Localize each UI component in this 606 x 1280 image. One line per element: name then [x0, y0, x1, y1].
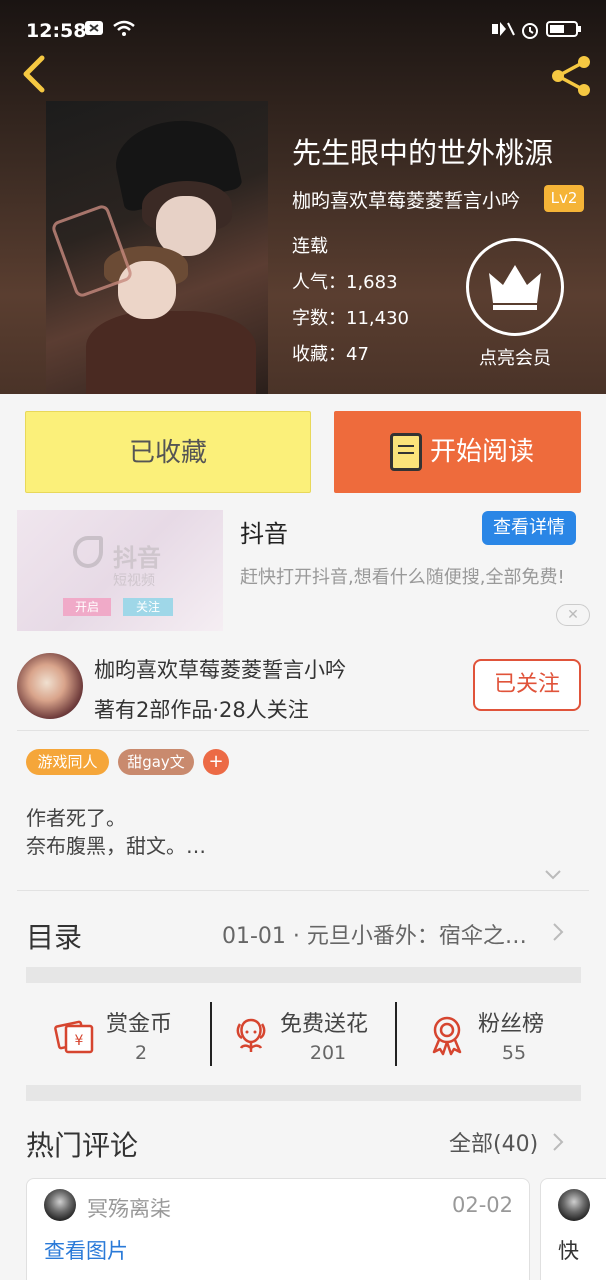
- reward-coins-button[interactable]: ¥ 赏金币 2: [50, 1002, 200, 1068]
- catalog-latest-chapter[interactable]: 01-01 · 元旦小番外：宿伞之…: [222, 918, 527, 950]
- tag-game-fanfic[interactable]: 游戏同人: [26, 749, 109, 775]
- divider: [17, 890, 589, 891]
- book-header: 12:58 先生眼中的世外桃源 枷昀喜欢草莓菱菱誓言小吟 Lv2 连载 人气：1…: [0, 0, 606, 394]
- stat-label: 赏金币: [106, 1012, 173, 1037]
- mute-icon: [490, 20, 516, 42]
- stat-label: 粉丝榜: [478, 1012, 545, 1037]
- collected-button[interactable]: 已收藏: [25, 411, 311, 493]
- ad-description[interactable]: 赶快打开抖音,想看什么随便搜,全部免费!: [240, 565, 580, 591]
- book-status: 连载: [292, 236, 328, 257]
- battery-icon: [546, 20, 582, 42]
- divider: [395, 1002, 397, 1066]
- divider: [17, 730, 589, 731]
- status-bar: 12:58: [0, 0, 606, 44]
- book-icon: [390, 433, 422, 471]
- comment-card[interactable]: 冥殇离柒 02-02 查看图片: [26, 1178, 530, 1280]
- view-image-link[interactable]: 查看图片: [44, 1235, 128, 1265]
- book-title: 先生眼中的世外桃源: [292, 136, 554, 170]
- book-intro[interactable]: 作者死了。 奈布腹黑，甜文。…: [26, 804, 206, 860]
- ad-image-chip: 关注: [123, 598, 173, 616]
- commenter-name[interactable]: 冥殇离柒: [87, 1193, 171, 1223]
- back-chevron-icon[interactable]: [14, 50, 54, 98]
- start-reading-button[interactable]: 开始阅读: [334, 411, 581, 493]
- book-popularity: 人气：1,683: [292, 272, 398, 293]
- stat-value: 55: [501, 1042, 527, 1064]
- all-comments-chevron-right-icon[interactable]: [552, 1132, 564, 1152]
- book-cover-image[interactable]: [46, 101, 268, 394]
- start-reading-label: 开始阅读: [430, 437, 535, 467]
- hot-comments-title: 热门评论: [26, 1129, 139, 1162]
- ad-image-chip: 开启: [63, 598, 111, 616]
- notification-icon: [84, 20, 104, 40]
- author-level-badge: Lv2: [544, 185, 584, 212]
- book-author[interactable]: 枷昀喜欢草莓菱菱誓言小吟: [292, 186, 520, 213]
- coin-envelope-icon: ¥: [54, 1014, 96, 1056]
- vip-crown-icon[interactable]: [466, 238, 564, 336]
- ad-image[interactable]: 抖音 短视频 开启 关注: [17, 510, 223, 631]
- comment-text[interactable]: 快: [558, 1235, 579, 1265]
- stat-value: 2: [134, 1042, 148, 1064]
- status-time: 12:58: [26, 20, 87, 42]
- free-flowers-button[interactable]: 免费送花 201: [230, 1002, 390, 1068]
- vip-label[interactable]: 点亮会员: [474, 344, 556, 370]
- commenter-avatar[interactable]: [44, 1189, 76, 1221]
- catalog-label[interactable]: 目录: [26, 916, 82, 956]
- section-separator: [26, 1085, 581, 1101]
- ad-close-icon[interactable]: ✕: [556, 604, 590, 626]
- share-icon[interactable]: [548, 54, 596, 98]
- tag-sweet[interactable]: 甜gay文: [118, 749, 194, 775]
- wifi-icon: [112, 20, 136, 42]
- author-name[interactable]: 枷昀喜欢草莓菱菱誓言小吟: [94, 654, 346, 684]
- ad-title[interactable]: 抖音: [240, 514, 288, 549]
- ad-image-sub: 短视频: [113, 573, 155, 589]
- book-favorites: 收藏：47: [292, 344, 369, 365]
- section-separator: [26, 967, 581, 983]
- fan-ranking-button[interactable]: 粉丝榜 55: [426, 1002, 566, 1068]
- book-word-count: 字数：11,430: [292, 308, 409, 329]
- ad-image-brand: 抖音: [113, 544, 161, 572]
- author-avatar[interactable]: [17, 653, 83, 719]
- flower-icon: [230, 1014, 272, 1056]
- medal-icon: [426, 1014, 468, 1056]
- catalog-chevron-right-icon[interactable]: [552, 922, 564, 942]
- expand-chevron-down-icon[interactable]: [544, 866, 562, 884]
- svg-text:¥: ¥: [75, 1033, 84, 1049]
- all-comments-link[interactable]: 全部(40): [449, 1126, 538, 1158]
- add-tag-button[interactable]: +: [203, 749, 229, 775]
- tiktok-logo-icon: [73, 536, 103, 568]
- comment-card[interactable]: 快: [540, 1178, 606, 1280]
- ad-detail-button[interactable]: 查看详情: [482, 511, 576, 545]
- stat-value: 201: [309, 1042, 347, 1064]
- divider: [210, 1002, 212, 1066]
- follow-button[interactable]: 已关注: [473, 659, 581, 711]
- alarm-icon: [520, 20, 540, 44]
- author-meta: 著有2部作品·28人关注: [94, 698, 309, 722]
- commenter-avatar[interactable]: [558, 1189, 590, 1221]
- comment-date: 02-02: [452, 1193, 514, 1217]
- stat-label: 免费送花: [280, 1012, 369, 1037]
